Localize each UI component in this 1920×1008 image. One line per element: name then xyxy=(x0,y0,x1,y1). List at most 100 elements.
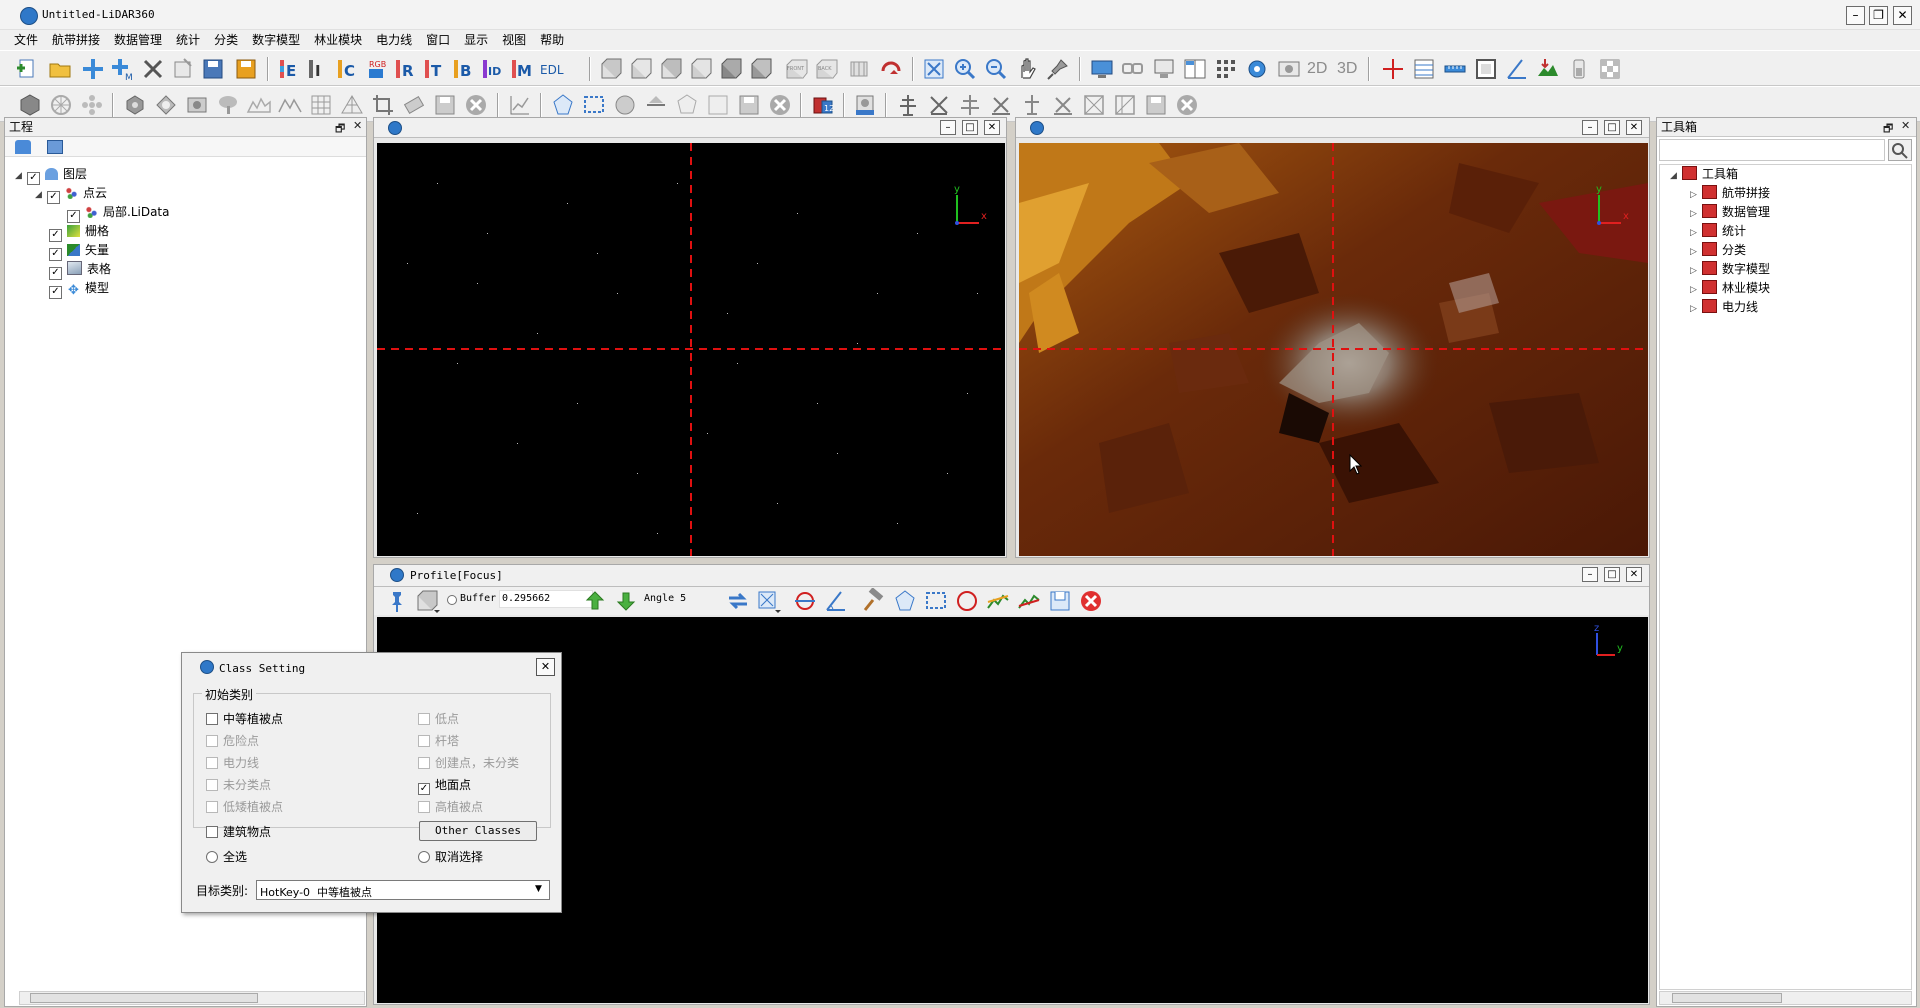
tree-pointcloud[interactable]: ◢ ✓ 点云 xyxy=(35,184,107,204)
viewport-minimize-button[interactable]: – xyxy=(1582,120,1598,135)
tin-icon[interactable] xyxy=(339,92,365,118)
save-selection-icon[interactable] xyxy=(736,92,762,118)
class-setting-icon[interactable]: 12 xyxy=(810,92,836,118)
class-option-high-vegetation[interactable]: 高植被点 xyxy=(418,798,483,815)
display-window-icon[interactable] xyxy=(1089,56,1115,82)
rotate-view-icon[interactable] xyxy=(878,56,904,82)
toolbox-hscrollbar[interactable] xyxy=(1659,991,1912,1005)
scroll-thumb[interactable] xyxy=(30,993,258,1003)
color-by-class-button[interactable]: C xyxy=(335,56,361,82)
extent-dropdown-icon[interactable] xyxy=(755,588,781,614)
viewport-close-button[interactable]: ✕ xyxy=(984,120,1000,135)
view-bottom-icon[interactable] xyxy=(628,56,654,82)
color-by-return-button[interactable]: R xyxy=(393,56,419,82)
menu-classify[interactable]: 分类 xyxy=(207,30,245,50)
grid-mesh-icon[interactable] xyxy=(308,92,334,118)
classify-segment-icon[interactable] xyxy=(48,92,74,118)
profile-measure-icon[interactable] xyxy=(823,588,849,614)
profile-above-line-icon[interactable] xyxy=(985,588,1011,614)
class-option-danger-point[interactable]: 危险点 xyxy=(206,732,259,749)
frame-icon[interactable] xyxy=(1473,56,1499,82)
menu-file[interactable]: 文件 xyxy=(0,30,45,50)
angle-value[interactable]: 5 xyxy=(680,593,686,604)
view-top-icon[interactable] xyxy=(598,56,624,82)
split-view-icon[interactable] xyxy=(1182,56,1208,82)
profile-rect-icon[interactable] xyxy=(923,588,949,614)
view-2d-button[interactable]: 2D xyxy=(1307,60,1327,78)
circle-select-icon[interactable] xyxy=(612,92,638,118)
view-side-icon[interactable] xyxy=(846,56,872,82)
tree-icon[interactable] xyxy=(215,92,241,118)
save-line-icon[interactable] xyxy=(1143,92,1169,118)
zoom-in-icon[interactable] xyxy=(952,56,978,82)
crosshair-icon[interactable] xyxy=(1380,56,1406,82)
view-right-icon[interactable] xyxy=(688,56,714,82)
float-toolbox-icon[interactable]: 🗗 xyxy=(1883,120,1893,139)
tower-remove-icon[interactable] xyxy=(926,92,952,118)
cancel-edit-icon[interactable] xyxy=(463,92,489,118)
profile-save-icon[interactable] xyxy=(1047,588,1073,614)
color-by-time-button[interactable]: T xyxy=(422,56,448,82)
viewport-minimize-button[interactable]: – xyxy=(940,120,956,135)
restore-button[interactable]: ❐ xyxy=(1869,6,1888,25)
classify-ground-icon[interactable] xyxy=(17,92,43,118)
pan-hand-icon[interactable] xyxy=(1014,56,1040,82)
zoom-out-icon[interactable] xyxy=(983,56,1009,82)
toolbox-root[interactable]: ◢ 工具箱 xyxy=(1670,165,1738,184)
image-tool-icon[interactable] xyxy=(184,92,210,118)
toolbox-item-classify[interactable]: ▷ 分类 xyxy=(1690,241,1746,260)
menu-help[interactable]: 帮助 xyxy=(533,30,571,50)
polygon-select-icon[interactable] xyxy=(550,92,576,118)
view-back-button[interactable]: BACK xyxy=(814,56,840,82)
checkbox[interactable] xyxy=(206,826,218,838)
screenshot-icon[interactable] xyxy=(1276,56,1302,82)
edl-button[interactable]: EDL xyxy=(538,56,572,82)
view-iso2-icon[interactable] xyxy=(748,56,774,82)
class-option-unclassified[interactable]: 未分类点 xyxy=(206,776,271,793)
new-project-icon[interactable] xyxy=(14,56,40,82)
measure-ruler-icon[interactable] xyxy=(1442,56,1468,82)
filter-outlier-icon[interactable] xyxy=(153,92,179,118)
tree-raster[interactable]: ✓ 栅格 xyxy=(49,222,109,242)
settings-gear-icon[interactable] xyxy=(1244,56,1270,82)
tree-layers[interactable]: ◢ ✓ 图层 xyxy=(15,165,87,185)
toolbox-item-powerline[interactable]: ▷ 电力线 xyxy=(1690,298,1758,317)
target-class-select[interactable]: HotKey-0 中等植被点 ▼ xyxy=(256,880,550,900)
class-option-created-unclassified[interactable]: 创建点，未分类 xyxy=(418,754,519,771)
sat-icon[interactable] xyxy=(852,92,878,118)
minimize-button[interactable]: – xyxy=(1846,6,1865,25)
menu-strip-stitching[interactable]: 航带拼接 xyxy=(45,30,107,50)
menu-window[interactable]: 窗口 xyxy=(419,30,457,50)
profile-canvas[interactable]: z y xyxy=(377,617,1648,1003)
view-3d-button[interactable]: 3D xyxy=(1337,60,1357,78)
checkbox[interactable] xyxy=(418,735,430,747)
class-option-tower[interactable]: 杆塔 xyxy=(418,732,459,749)
model-checkbox[interactable]: ✓ xyxy=(49,286,62,299)
project-hscrollbar[interactable] xyxy=(19,991,365,1005)
menu-view[interactable]: 视图 xyxy=(495,30,533,50)
toolbox-item-model[interactable]: ▷ 数字模型 xyxy=(1690,260,1770,279)
filter-noise-icon[interactable] xyxy=(122,92,148,118)
profile-mode-dropdown-icon[interactable] xyxy=(414,588,440,614)
close-button[interactable]: ✕ xyxy=(1893,6,1912,25)
cancel-line-icon[interactable] xyxy=(1174,92,1200,118)
other-classes-button[interactable]: Other Classes xyxy=(419,821,537,841)
checkbox[interactable] xyxy=(418,713,430,725)
profile-cancel-icon[interactable] xyxy=(1078,588,1104,614)
color-by-rgb-button[interactable]: RGB xyxy=(364,56,390,82)
close-panel-icon[interactable]: ✕ xyxy=(353,119,362,132)
table-view-icon[interactable] xyxy=(1411,56,1437,82)
checkbox[interactable] xyxy=(206,757,218,769)
cancel-selection-icon[interactable] xyxy=(767,92,793,118)
toolbox-item-stats[interactable]: ▷ 统计 xyxy=(1690,222,1746,241)
checkbox[interactable] xyxy=(206,801,218,813)
dialog-close-button[interactable]: ✕ xyxy=(536,658,555,676)
grid-view-icon[interactable] xyxy=(1213,56,1239,82)
tower-add-icon[interactable] xyxy=(895,92,921,118)
rect2-icon[interactable] xyxy=(705,92,731,118)
checkbox[interactable] xyxy=(206,713,218,725)
class-option-low-vegetation[interactable]: 低矮植被点 xyxy=(206,798,283,815)
buffer-input[interactable]: 0.295662 xyxy=(499,590,593,608)
open-folder-icon[interactable] xyxy=(47,56,73,82)
color-by-intensity-button[interactable]: I xyxy=(306,56,332,82)
